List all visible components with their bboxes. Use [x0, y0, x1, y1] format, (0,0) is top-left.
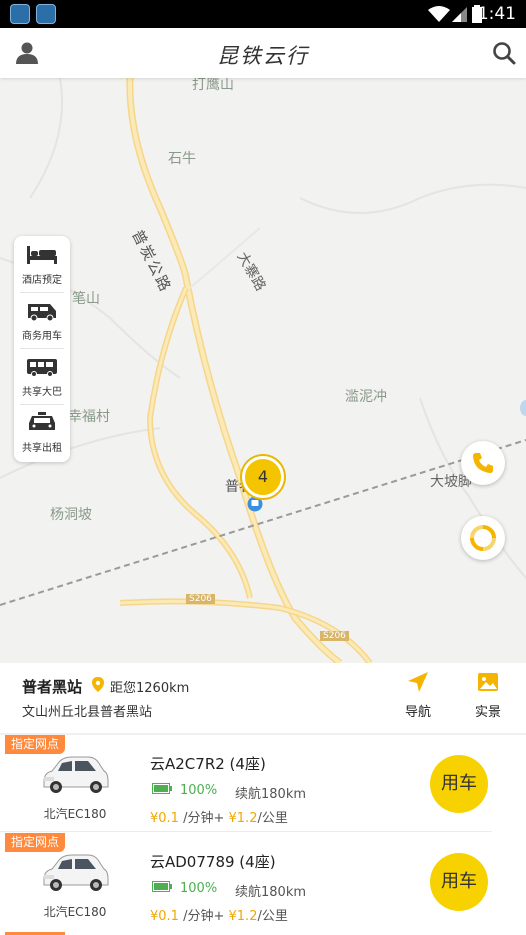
- price-per-km-unit: /公里: [257, 811, 288, 826]
- designated-point-tag: 指定网点: [5, 833, 66, 852]
- van-icon: [28, 304, 56, 322]
- map-view[interactable]: 打鹰山 石牛 普炭公路 大寨路 笔山 幸福村 滥泥冲 大坡脚 杨洞坡 普者 S2…: [0, 78, 526, 663]
- locate-button[interactable]: [461, 516, 505, 560]
- map-label: 杨洞坡: [50, 507, 92, 523]
- plate-number: 云A2C7R2 (4座): [150, 755, 266, 773]
- menu-label: 商务用车: [22, 331, 62, 342]
- road-number-label: S206: [186, 594, 215, 604]
- navigate-button[interactable]: 导航: [398, 671, 438, 720]
- map-label: 石牛: [168, 151, 196, 167]
- wifi-icon: [428, 6, 450, 22]
- plate-number: 云AD07789 (4座): [150, 853, 276, 871]
- battery-percent: 100%: [180, 783, 218, 798]
- price-per-minute-unit: /分钟+: [183, 909, 225, 924]
- map-label: 打鹰山: [192, 78, 234, 93]
- app-header: 昆铁云行: [0, 28, 526, 78]
- menu-label: 酒店预定: [22, 275, 62, 286]
- map-label: 笔山: [72, 291, 100, 307]
- car-image: [43, 854, 109, 891]
- water-marker-icon: [520, 400, 526, 416]
- car-model: 北汽EC180: [43, 807, 107, 821]
- search-icon[interactable]: [492, 41, 516, 65]
- app-title: 昆铁云行: [217, 44, 309, 68]
- bed-icon: [27, 246, 57, 264]
- signal-icon: [452, 7, 467, 22]
- divider: [0, 831, 492, 832]
- road-number-label: S206: [320, 631, 349, 641]
- notification-app-icon: [36, 4, 56, 24]
- image-icon: [478, 673, 498, 691]
- driving-range: 续航180km: [235, 885, 307, 900]
- phone-icon: [473, 453, 493, 473]
- use-car-button[interactable]: 用车: [430, 755, 488, 813]
- call-button[interactable]: [461, 441, 505, 485]
- clock: 1:41: [477, 4, 516, 24]
- battery-icon: [152, 783, 172, 794]
- street-view-label: 实景: [474, 705, 501, 720]
- station-distance: 距您1260km: [110, 681, 190, 696]
- car-image: [43, 756, 109, 793]
- battery-percent: 100%: [180, 881, 218, 896]
- designated-point-tag: 指定网点: [5, 735, 66, 754]
- car-list-item[interactable]: 指定网点 北汽EC180 云A2C7R2 (4座) 100% 续航180km ¥…: [0, 735, 526, 833]
- map-label: 幸福村: [68, 409, 110, 425]
- notification-app-icon: [10, 4, 30, 24]
- menu-business-car[interactable]: 商务用车: [14, 292, 70, 348]
- map-roads: [0, 78, 526, 663]
- refresh-locate-icon: [470, 525, 496, 551]
- navigate-label: 导航: [404, 705, 431, 720]
- map-label: 滥泥冲: [345, 389, 387, 405]
- price-per-minute: ¥0.1: [150, 811, 179, 826]
- battery-icon: [152, 881, 172, 892]
- price-per-km-unit: /公里: [257, 909, 288, 924]
- car-list-item[interactable]: 指定网点 北汽EC180 云AD07789 (4座) 100% 续航180km …: [0, 833, 526, 931]
- station-cluster-marker[interactable]: 4: [242, 456, 284, 498]
- price-per-km: ¥1.2: [228, 811, 258, 826]
- navigation-arrow-icon: [408, 672, 428, 692]
- menu-label: 共享大巴: [22, 387, 62, 398]
- bus-icon: [27, 359, 57, 377]
- station-info-panel: 普者黑站 距您1260km 文山州丘北县普者黑站 导航 实景: [0, 663, 526, 737]
- price-info: ¥0.1 /分钟+ ¥1.2/公里: [150, 807, 288, 826]
- menu-shared-taxi[interactable]: 共享出租: [14, 404, 70, 460]
- menu-hotel-booking[interactable]: 酒店预定: [14, 236, 70, 292]
- station-name: 普者黑站: [22, 678, 83, 696]
- car-model: 北汽EC180: [43, 905, 107, 919]
- train-station-icon: [247, 496, 263, 512]
- price-per-km: ¥1.2: [228, 909, 258, 924]
- use-car-button[interactable]: 用车: [430, 853, 488, 911]
- price-info: ¥0.1 /分钟+ ¥1.2/公里: [150, 905, 288, 924]
- menu-shared-bus[interactable]: 共享大巴: [14, 348, 70, 404]
- price-per-minute-unit: /分钟+: [183, 811, 225, 826]
- taxi-icon: [29, 412, 55, 430]
- menu-label: 共享出租: [22, 443, 62, 454]
- driving-range: 续航180km: [235, 787, 307, 802]
- status-bar: 1:41: [0, 0, 526, 28]
- service-menu: 酒店预定 商务用车 共享大巴 共享出租: [14, 236, 70, 462]
- location-pin-icon: [92, 677, 104, 692]
- street-view-button[interactable]: 实景: [468, 671, 508, 720]
- price-per-minute: ¥0.1: [150, 909, 179, 924]
- station-address: 文山州丘北县普者黑站: [22, 705, 153, 720]
